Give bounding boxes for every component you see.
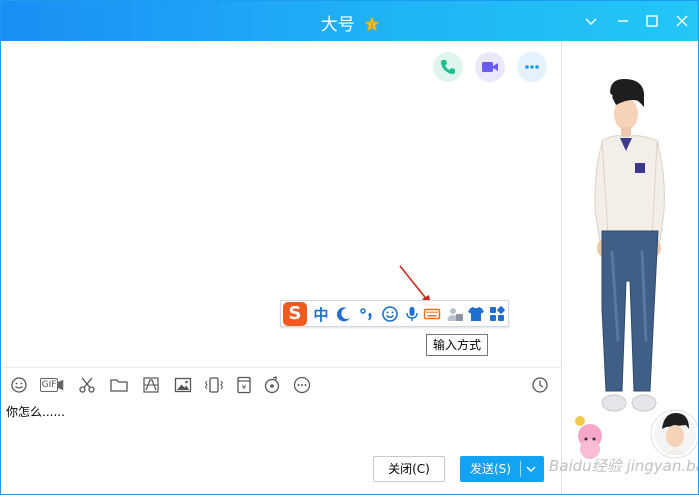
chinese-mode-label: 中: [313, 305, 329, 324]
shake-icon: [204, 377, 224, 393]
svg-text:2: 2: [370, 22, 374, 29]
close-button[interactable]: [672, 11, 692, 31]
grid-icon[interactable]: [487, 304, 507, 324]
message-input[interactable]: 你怎么......: [6, 403, 65, 420]
gif-button[interactable]: GIF: [39, 375, 65, 395]
close-chat-button[interactable]: 关闭(C): [373, 456, 445, 482]
chevron-down-icon[interactable]: [524, 462, 538, 476]
emoji-icon[interactable]: [380, 304, 400, 324]
more-tools-button[interactable]: [291, 375, 313, 395]
phone-call-button[interactable]: [433, 52, 463, 82]
chat-window: 大号 2 S 中 输入方式 GIF ¥ 你怎么...... 关闭(C) 发送(S…: [0, 0, 699, 495]
send-image-button[interactable]: [172, 375, 194, 395]
video-call-button[interactable]: [475, 52, 505, 82]
shake-button[interactable]: [203, 375, 225, 395]
more-actions-button[interactable]: [517, 52, 547, 82]
screenshot-button[interactable]: [76, 375, 98, 395]
ime-toolbar: S 中: [280, 300, 509, 327]
maximize-button[interactable]: [642, 11, 662, 31]
message-history-button[interactable]: [529, 375, 551, 395]
emoji-icon: [11, 377, 27, 393]
avatar-figure: [575, 79, 698, 459]
ime-tooltip: 输入方式: [426, 334, 489, 356]
keyboard-icon[interactable]: [422, 304, 442, 324]
minimize-button[interactable]: [613, 11, 633, 31]
shirt-icon[interactable]: [466, 304, 486, 324]
red-packet-button[interactable]: ¥: [233, 375, 255, 395]
baidu-watermark: Baidu经验 jingyan.baidu.com: [549, 457, 698, 475]
send-file-button[interactable]: [108, 375, 130, 395]
image-edit-button[interactable]: [140, 375, 162, 395]
video-icon: [482, 62, 498, 72]
send-separator: [520, 461, 521, 477]
more-icon: [293, 376, 311, 394]
user-card-icon[interactable]: [445, 304, 465, 324]
phone-icon: [441, 60, 455, 74]
gif-icon: GIF: [39, 378, 59, 392]
image-edit-icon: [143, 377, 159, 393]
moon-icon[interactable]: [334, 304, 354, 324]
microphone-icon[interactable]: [402, 304, 422, 324]
emoji-button[interactable]: [8, 375, 30, 395]
history-clock-icon: [532, 377, 548, 393]
scissors-icon: [79, 377, 95, 393]
chinese-mode-button[interactable]: 中: [311, 304, 331, 324]
toolbar-divider: [2, 367, 561, 368]
music-icon: [264, 376, 280, 394]
avatar-show-panel: [562, 41, 698, 494]
chevron-down-icon[interactable]: [581, 11, 601, 31]
send-button-label: 发送(S): [470, 462, 511, 476]
vip-star-icon: 2: [364, 16, 381, 32]
music-button[interactable]: [261, 375, 283, 395]
more-icon: [525, 65, 539, 69]
image-icon: [174, 377, 192, 393]
sogou-logo-icon[interactable]: S: [283, 302, 307, 326]
send-button[interactable]: 发送(S): [460, 456, 544, 482]
punctuation-icon[interactable]: [357, 304, 377, 324]
title-bar[interactable]: 大号 2: [1, 1, 698, 41]
svg-text:¥: ¥: [242, 384, 247, 392]
folder-icon: [110, 379, 128, 392]
contact-name: 大号: [320, 15, 355, 35]
red-packet-icon: ¥: [237, 376, 251, 394]
